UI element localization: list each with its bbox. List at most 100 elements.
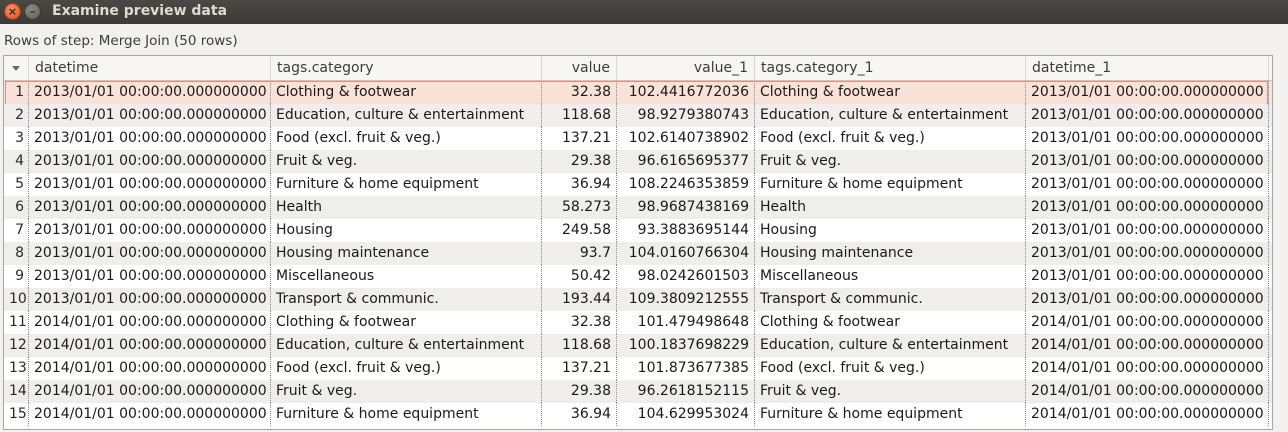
- cell-value-1[interactable]: 109.3809212555: [617, 288, 755, 311]
- cell-datetime-1[interactable]: 2013/01/01 00:00:00.000000000: [1026, 288, 1269, 311]
- cell-value-1[interactable]: 101.479498648: [617, 311, 755, 334]
- cell-datetime-1[interactable]: 2013/01/01 00:00:00.000000000: [1026, 196, 1269, 219]
- cell-value-1[interactable]: 98.9279380743: [617, 104, 755, 127]
- cell-datetime[interactable]: 2014/01/01 00:00:00.000000000: [29, 403, 271, 426]
- cell-value-1[interactable]: 98.9687438169: [617, 196, 755, 219]
- cell-datetime[interactable]: 2013/01/01 00:00:00.000000000: [29, 173, 271, 196]
- cell-tags-category-1[interactable]: Transport & communic.: [755, 288, 1026, 311]
- row-number-header[interactable]: [4, 56, 29, 80]
- cell-datetime[interactable]: 2013/01/01 00:00:00.000000000: [29, 81, 271, 104]
- cell-value[interactable]: 249.58: [542, 219, 617, 242]
- cell-value-1[interactable]: 102.6140738902: [617, 127, 755, 150]
- cell-value-1[interactable]: 104.0160766304: [617, 242, 755, 265]
- cell-tags-category-1[interactable]: Housing maintenance: [755, 242, 1026, 265]
- minimize-icon[interactable]: –: [24, 3, 41, 20]
- cell-tags-category[interactable]: Miscellaneous: [271, 265, 542, 288]
- table-row[interactable]: 2 2013/01/01 00:00:00.000000000 Educatio…: [4, 104, 1272, 127]
- cell-datetime-1[interactable]: 2013/01/01 00:00:00.000000000: [1026, 242, 1269, 265]
- cell-datetime[interactable]: 2013/01/01 00:00:00.000000000: [29, 127, 271, 150]
- cell-datetime[interactable]: 2014/01/01 00:00:00.000000000: [29, 380, 271, 403]
- cell-value[interactable]: 36.94: [542, 403, 617, 426]
- cell-tags-category-1[interactable]: Education, culture & entertainment: [755, 104, 1026, 127]
- cell-value[interactable]: 137.21: [542, 357, 617, 380]
- cell-tags-category[interactable]: Fruit & veg.: [271, 150, 542, 173]
- cell-value[interactable]: 32.38: [542, 311, 617, 334]
- cell-value[interactable]: 137.21: [542, 127, 617, 150]
- cell-value[interactable]: 36.94: [542, 173, 617, 196]
- cell-tags-category-1[interactable]: Clothing & footwear: [755, 81, 1026, 104]
- cell-datetime[interactable]: 2014/01/01 00:00:00.000000000: [29, 357, 271, 380]
- cell-value[interactable]: 118.68: [542, 104, 617, 127]
- cell-value[interactable]: 29.38: [542, 380, 617, 403]
- table-row[interactable]: 1 2013/01/01 00:00:00.000000000 Clothing…: [4, 81, 1272, 105]
- cell-tags-category[interactable]: Clothing & footwear: [271, 81, 542, 104]
- cell-datetime-1[interactable]: 2014/01/01 00:00:00.000000000: [1026, 357, 1269, 380]
- table-row[interactable]: 13 2014/01/01 00:00:00.000000000 Food (e…: [4, 357, 1272, 380]
- table-row[interactable]: 10 2013/01/01 00:00:00.000000000 Transpo…: [4, 288, 1272, 311]
- cell-tags-category[interactable]: Education, culture & entertainment: [271, 334, 542, 357]
- cell-tags-category-1[interactable]: Education, culture & entertainment: [755, 334, 1026, 357]
- cell-tags-category-1[interactable]: Housing: [755, 219, 1026, 242]
- cell-datetime[interactable]: 2013/01/01 00:00:00.000000000: [29, 242, 271, 265]
- cell-value[interactable]: 32.38: [542, 81, 617, 104]
- table-row[interactable]: 8 2013/01/01 00:00:00.000000000 Housing …: [4, 242, 1272, 265]
- cell-value-1[interactable]: 100.1837698229: [617, 334, 755, 357]
- cell-tags-category[interactable]: Transport & communic.: [271, 288, 542, 311]
- cell-datetime-1[interactable]: 2013/01/01 00:00:00.000000000: [1026, 173, 1269, 196]
- cell-value-1[interactable]: 104.629953024: [617, 403, 755, 426]
- cell-tags-category[interactable]: Furniture & home equipment: [271, 403, 542, 426]
- table-row[interactable]: 7 2013/01/01 00:00:00.000000000 Housing …: [4, 219, 1272, 242]
- cell-tags-category-1[interactable]: Furniture & home equipment: [755, 173, 1026, 196]
- cell-datetime-1[interactable]: 2013/01/01 00:00:00.000000000: [1026, 81, 1269, 104]
- cell-tags-category-1[interactable]: Health: [755, 196, 1026, 219]
- cell-value[interactable]: 29.38: [542, 150, 617, 173]
- table-row[interactable]: 4 2013/01/01 00:00:00.000000000 Fruit & …: [4, 150, 1272, 173]
- cell-datetime-1[interactable]: 2014/01/01 00:00:00.000000000: [1026, 334, 1269, 357]
- close-icon[interactable]: ×: [4, 3, 21, 20]
- column-header-value[interactable]: value: [542, 56, 617, 80]
- table-row[interactable]: 9 2013/01/01 00:00:00.000000000 Miscella…: [4, 265, 1272, 288]
- cell-datetime[interactable]: 2013/01/01 00:00:00.000000000: [29, 265, 271, 288]
- cell-datetime-1[interactable]: 2013/01/01 00:00:00.000000000: [1026, 265, 1269, 288]
- cell-value-1[interactable]: 102.4416772036: [617, 81, 755, 104]
- cell-tags-category[interactable]: Food (excl. fruit & veg.): [271, 127, 542, 150]
- cell-value[interactable]: 58.273: [542, 196, 617, 219]
- cell-value-1[interactable]: 101.873677385: [617, 357, 755, 380]
- preview-table[interactable]: datetime tags.category value value_1 tag…: [3, 55, 1273, 430]
- cell-datetime-1[interactable]: 2013/01/01 00:00:00.000000000: [1026, 219, 1269, 242]
- cell-tags-category-1[interactable]: Fruit & veg.: [755, 380, 1026, 403]
- table-row[interactable]: 15 2014/01/01 00:00:00.000000000 Furnitu…: [4, 403, 1272, 426]
- cell-tags-category-1[interactable]: Fruit & veg.: [755, 150, 1026, 173]
- cell-datetime[interactable]: 2014/01/01 00:00:00.000000000: [29, 334, 271, 357]
- table-row[interactable]: 5 2013/01/01 00:00:00.000000000 Furnitur…: [4, 173, 1272, 196]
- cell-value-1[interactable]: 93.3883695144: [617, 219, 755, 242]
- cell-datetime-1[interactable]: 2013/01/01 00:00:00.000000000: [1026, 104, 1269, 127]
- cell-datetime-1[interactable]: 2014/01/01 00:00:00.000000000: [1026, 311, 1269, 334]
- cell-tags-category-1[interactable]: Furniture & home equipment: [755, 403, 1026, 426]
- cell-tags-category-1[interactable]: Clothing & footwear: [755, 311, 1026, 334]
- column-header-datetime[interactable]: datetime: [29, 56, 271, 80]
- cell-datetime[interactable]: 2013/01/01 00:00:00.000000000: [29, 196, 271, 219]
- cell-value[interactable]: 118.68: [542, 334, 617, 357]
- table-row[interactable]: 12 2014/01/01 00:00:00.000000000 Educati…: [4, 334, 1272, 357]
- column-header-datetime-1[interactable]: datetime_1: [1026, 56, 1269, 80]
- cell-datetime[interactable]: 2013/01/01 00:00:00.000000000: [29, 104, 271, 127]
- column-header-tags-category-1[interactable]: tags.category_1: [755, 56, 1026, 80]
- cell-tags-category[interactable]: Food (excl. fruit & veg.): [271, 357, 542, 380]
- table-row[interactable]: 3 2013/01/01 00:00:00.000000000 Food (ex…: [4, 127, 1272, 150]
- table-row[interactable]: 6 2013/01/01 00:00:00.000000000 Health 5…: [4, 196, 1272, 219]
- cell-datetime[interactable]: 2013/01/01 00:00:00.000000000: [29, 288, 271, 311]
- column-header-tags-category[interactable]: tags.category: [271, 56, 542, 80]
- cell-datetime[interactable]: 2013/01/01 00:00:00.000000000: [29, 150, 271, 173]
- cell-datetime[interactable]: 2014/01/01 00:00:00.000000000: [29, 311, 271, 334]
- cell-tags-category[interactable]: Furniture & home equipment: [271, 173, 542, 196]
- cell-datetime[interactable]: 2013/01/01 00:00:00.000000000: [29, 219, 271, 242]
- cell-tags-category[interactable]: Housing maintenance: [271, 242, 542, 265]
- cell-datetime-1[interactable]: 2013/01/01 00:00:00.000000000: [1026, 127, 1269, 150]
- cell-tags-category-1[interactable]: Food (excl. fruit & veg.): [755, 357, 1026, 380]
- cell-tags-category[interactable]: Education, culture & entertainment: [271, 104, 542, 127]
- cell-value[interactable]: 193.44: [542, 288, 617, 311]
- cell-value-1[interactable]: 98.0242601503: [617, 265, 755, 288]
- cell-value[interactable]: 93.7: [542, 242, 617, 265]
- cell-value-1[interactable]: 96.2618152115: [617, 380, 755, 403]
